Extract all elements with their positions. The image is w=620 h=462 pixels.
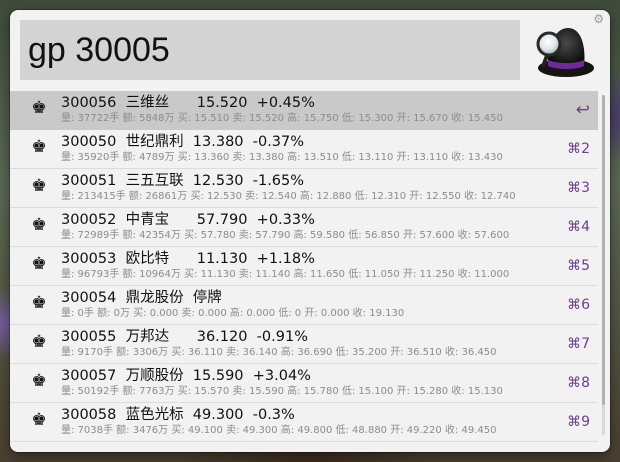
result-row[interactable]: ♚ 300050 世纪鼎利 13.380 -0.37% 量: 35920手 额:…: [10, 130, 598, 169]
result-title: 300053 欧比特 11.130 +1.18%: [61, 251, 315, 267]
chess-king-icon: ♚: [31, 98, 47, 118]
result-row[interactable]: ♚ 300054 鼎龙股份 停牌 量: 0手 额: 0万 买: 0.000 卖:…: [10, 286, 598, 325]
chess-king-icon: ♚: [31, 176, 47, 196]
result-row[interactable]: ♚ 300051 三五互联 12.530 -1.65% 量: 213415手 额…: [10, 169, 598, 208]
result-shortcut: ⌘5: [567, 258, 590, 274]
result-shortcut: ↩: [575, 100, 590, 120]
result-subtitle: 量: 9170手 额: 3306万 买: 36.110 卖: 36.140 高:…: [61, 347, 497, 358]
launcher-window: ⚙ ♚ 300056 三维丝 15.520 +0.45% 量: 37722手 额…: [10, 10, 610, 452]
chess-king-icon: ♚: [31, 332, 47, 352]
result-title: 300058 蓝色光标 49.300 -0.3%: [61, 407, 295, 423]
scrollbar-thumb[interactable]: [602, 95, 605, 405]
result-title: 300054 鼎龙股份 停牌: [61, 290, 222, 306]
result-subtitle: 量: 0手 额: 0万 买: 0.000 卖: 0.000 高: 0.000 低…: [61, 308, 405, 319]
chess-king-icon: ♚: [31, 410, 47, 430]
result-subtitle: 量: 213415手 额: 26861万 买: 12.530 卖: 12.540…: [61, 191, 516, 202]
result-shortcut: ⌘3: [567, 180, 590, 196]
results-list: ♚ 300056 三维丝 15.520 +0.45% 量: 37722手 额: …: [10, 91, 598, 446]
chess-king-icon: ♚: [31, 293, 47, 313]
search-input[interactable]: [20, 20, 520, 80]
result-subtitle: 量: 37722手 额: 5848万 买: 15.510 卖: 15.520 高…: [61, 113, 503, 124]
result-subtitle: 量: 7038手 额: 3476万 买: 49.100 卖: 49.300 高:…: [61, 425, 497, 436]
result-shortcut: ⌘8: [567, 375, 590, 391]
result-shortcut: ⌘4: [567, 219, 590, 235]
result-title: 300051 三五互联 12.530 -1.65%: [61, 173, 305, 189]
result-subtitle: 量: 35920手 额: 4789万 买: 13.360 卖: 13.380 高…: [61, 152, 503, 163]
chess-king-icon: ♚: [31, 137, 47, 157]
result-title: 300056 三维丝 15.520 +0.45%: [61, 95, 315, 111]
result-shortcut: ⌘7: [567, 336, 590, 352]
result-row[interactable]: ♚ 300053 欧比特 11.130 +1.18% 量: 96793手 额: …: [10, 247, 598, 286]
scrollbar[interactable]: [602, 95, 605, 435]
result-subtitle: 量: 96793手 额: 10964万 买: 11.130 卖: 11.140 …: [61, 269, 510, 280]
chess-king-icon: ♚: [31, 371, 47, 391]
chess-king-icon: ♚: [31, 215, 47, 235]
result-row[interactable]: ♚ 300055 万邦达 36.120 -0.91% 量: 9170手 额: 3…: [10, 325, 598, 364]
result-title: 300055 万邦达 36.120 -0.91%: [61, 329, 308, 345]
result-title: 300052 中青宝 57.790 +0.33%: [61, 212, 315, 228]
result-row[interactable]: ♚ 300057 万顺股份 15.590 +3.04% 量: 50192手 额:…: [10, 364, 598, 403]
result-shortcut: ⌘2: [567, 141, 590, 157]
result-title: 300050 世纪鼎利 13.380 -0.37%: [61, 134, 305, 150]
result-shortcut: ⌘6: [567, 297, 590, 313]
result-subtitle: 量: 50192手 额: 7763万 买: 15.570 卖: 15.590 高…: [61, 386, 503, 397]
result-title: 300057 万顺股份 15.590 +3.04%: [61, 368, 311, 384]
result-subtitle: 量: 72989手 额: 42354万 买: 57.780 卖: 57.790 …: [61, 230, 510, 241]
result-shortcut: ⌘9: [567, 414, 590, 430]
alfred-hat-icon: [536, 28, 594, 77]
result-row[interactable]: ♚ 300052 中青宝 57.790 +0.33% 量: 72989手 额: …: [10, 208, 598, 247]
chess-king-icon: ♚: [31, 254, 47, 274]
result-row[interactable]: ♚ 300058 蓝色光标 49.300 -0.3% 量: 7038手 额: 3…: [10, 403, 598, 442]
result-row[interactable]: ♚ 300056 三维丝 15.520 +0.45% 量: 37722手 额: …: [10, 91, 598, 130]
